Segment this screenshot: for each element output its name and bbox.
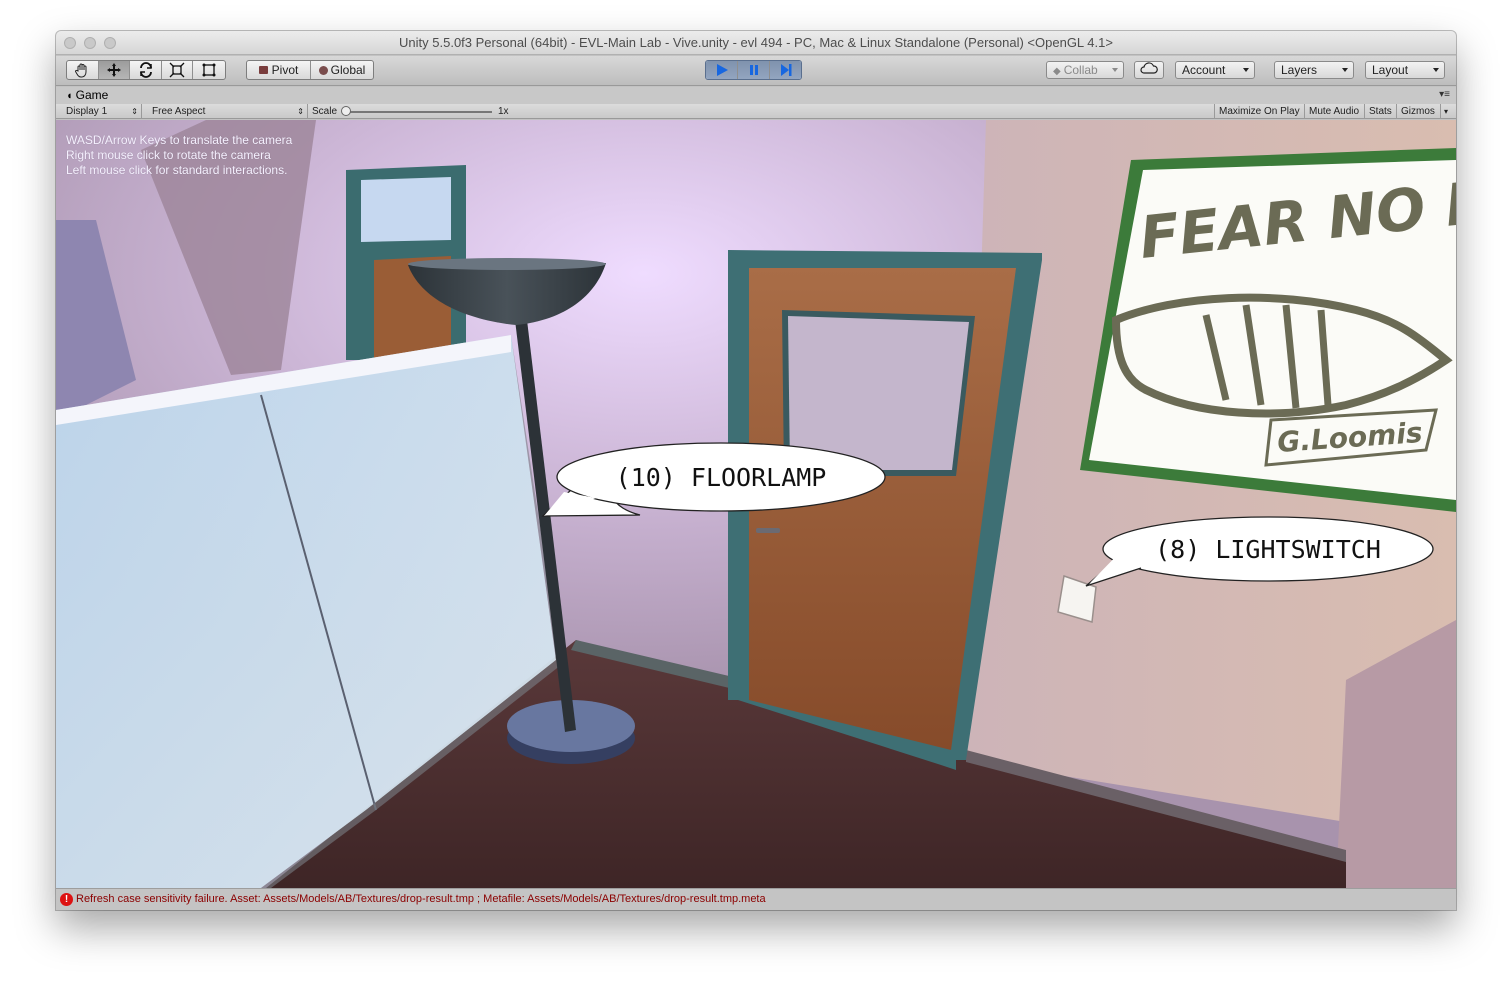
main-toolbar: Pivot Global ◆ Collab Account Layers Lay… — [56, 56, 1456, 86]
scale-value: 1x — [498, 106, 509, 117]
account-dropdown[interactable]: Account — [1175, 61, 1255, 79]
maximize-on-play-toggle[interactable]: Maximize On Play — [1214, 104, 1304, 119]
help-line: WASD/Arrow Keys to translate the camera — [66, 133, 293, 147]
chevron-down-icon — [1433, 68, 1439, 72]
close-window-button[interactable] — [64, 37, 76, 49]
mute-audio-toggle[interactable]: Mute Audio — [1304, 104, 1363, 119]
tab-game-label: Game — [75, 88, 109, 102]
aspect-label: Free Aspect — [152, 106, 206, 117]
chevron-down-icon — [1342, 68, 1348, 72]
scale-label: Scale — [312, 106, 338, 117]
hand-icon — [75, 63, 87, 78]
move-icon — [106, 63, 121, 77]
gizmos-dropdown[interactable]: Gizmos — [1396, 104, 1439, 119]
collab-dropdown[interactable]: ◆ Collab — [1046, 61, 1124, 79]
pause-icon — [749, 65, 758, 75]
game-icon: ◖ — [66, 90, 73, 102]
pivot-label: Pivot — [271, 63, 299, 77]
error-icon: ! — [60, 893, 73, 906]
play-icon — [716, 64, 728, 76]
transform-tools — [66, 60, 226, 80]
help-line: Left mouse click for standard interactio… — [66, 163, 288, 177]
globe-icon — [318, 65, 328, 75]
door-window — [788, 316, 969, 470]
title-bar: Unity 5.5.0f3 Personal (64bit) - EVL-Mai… — [56, 31, 1456, 55]
diamond-icon: ◆ — [1053, 66, 1061, 77]
layers-label: Layers — [1281, 63, 1318, 77]
chevron-updown-icon: ⇕ — [131, 107, 138, 116]
status-bar[interactable]: ! Refresh case sensitivity failure. Asse… — [56, 888, 1456, 910]
status-message: Refresh case sensitivity failure. Asset:… — [76, 893, 766, 905]
scale-slider-track[interactable] — [346, 111, 492, 113]
pivot-icon — [258, 66, 268, 74]
chevron-down-icon — [1112, 68, 1118, 72]
step-button[interactable] — [770, 61, 801, 79]
display-label: Display 1 — [66, 106, 108, 117]
minimize-window-button[interactable] — [84, 37, 96, 49]
pivot-button[interactable]: Pivot — [247, 61, 311, 79]
zoom-window-button[interactable] — [104, 37, 116, 49]
display-dropdown[interactable]: Display 1 ⇕ — [62, 104, 142, 119]
gizmos-chevron-icon[interactable]: ▾ — [1440, 104, 1451, 119]
unity-window: Unity 5.5.0f3 Personal (64bit) - EVL-Mai… — [56, 31, 1456, 910]
layout-dropdown[interactable]: Layout — [1365, 61, 1445, 79]
callout-lightswitch-text: (8) LIGHTSWITCH — [1155, 535, 1381, 564]
chevron-down-icon — [1243, 68, 1249, 72]
aspect-dropdown[interactable]: Free Aspect ⇕ — [148, 104, 308, 119]
game-view-bar: Display 1 ⇕ Free Aspect ⇕ Scale 1x Maxim… — [56, 104, 1456, 119]
account-label: Account — [1182, 63, 1226, 77]
scale-slider-thumb[interactable] — [341, 106, 351, 116]
rect-icon — [202, 63, 216, 77]
door-handle[interactable] — [756, 528, 780, 533]
tab-menu-icon[interactable]: ▾≡ — [1439, 89, 1450, 100]
layout-label: Layout — [1372, 63, 1409, 77]
scale-icon — [169, 62, 185, 78]
move-tool-button[interactable] — [98, 61, 131, 79]
layers-dropdown[interactable]: Layers — [1274, 61, 1354, 79]
hand-tool-button[interactable] — [67, 61, 99, 79]
rotate-tool-button[interactable] — [130, 61, 162, 79]
chevron-updown-icon: ⇕ — [297, 107, 304, 116]
help-overlay: WASD/Arrow Keys to translate the camera … — [66, 133, 292, 178]
rotate-icon — [139, 62, 152, 78]
game-viewport[interactable]: FEAR NO FIS G.Loomis (10) FLOORLAMP (8) … — [56, 120, 1456, 888]
step-icon — [780, 64, 791, 76]
global-label: Global — [330, 63, 366, 77]
game-scene[interactable]: FEAR NO FIS G.Loomis (10) FLOORLAMP (8) … — [56, 120, 1456, 888]
callout-floorlamp-text: (10) FLOORLAMP — [616, 463, 827, 492]
distant-transom-window — [361, 177, 451, 242]
help-line: Right mouse click to rotate the camera — [66, 148, 271, 162]
window-title: Unity 5.5.0f3 Personal (64bit) - EVL-Mai… — [399, 35, 1113, 50]
gizmos-label: Gizmos — [1401, 106, 1435, 117]
global-button[interactable]: Global — [311, 61, 373, 79]
cloud-button[interactable] — [1134, 61, 1164, 79]
tab-game[interactable]: ◖ Game — [62, 88, 114, 104]
tab-bar: ◖ Game ▾≡ — [56, 87, 1456, 104]
playback-controls — [705, 60, 802, 80]
scale-tool-button[interactable] — [162, 61, 194, 79]
play-button[interactable] — [706, 61, 738, 79]
pause-button[interactable] — [738, 61, 770, 79]
pivot-global-toggle: Pivot Global — [246, 60, 374, 80]
rect-tool-button[interactable] — [193, 61, 225, 79]
lamp-shade-rim — [408, 258, 606, 270]
cloud-icon — [1140, 62, 1158, 74]
collab-label: Collab — [1063, 63, 1098, 77]
stats-toggle[interactable]: Stats — [1364, 104, 1396, 119]
